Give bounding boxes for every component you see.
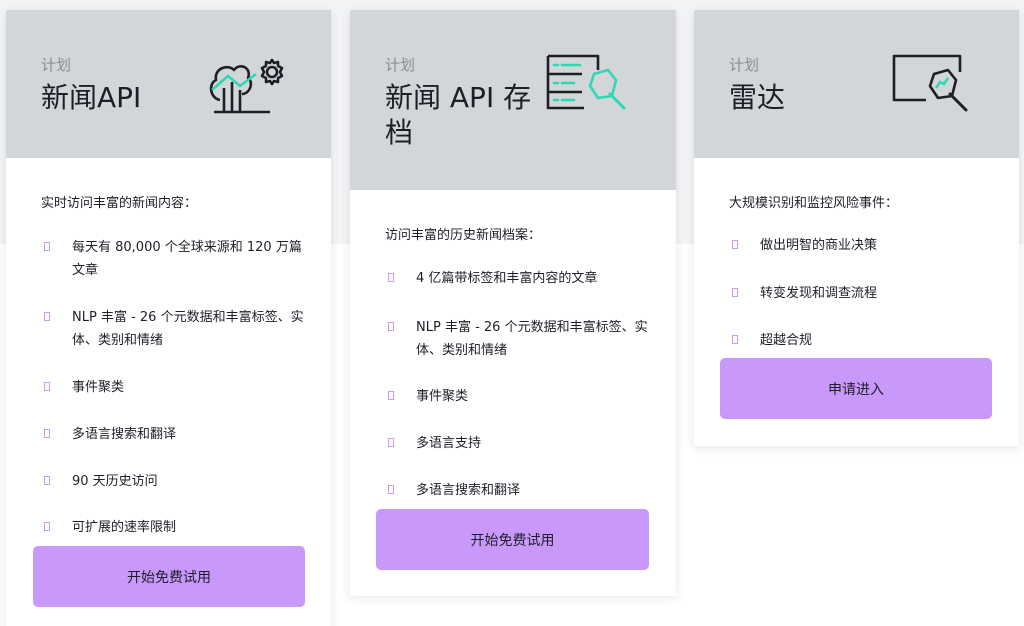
bullet-icon: [388, 322, 394, 331]
bullet-icon: [44, 476, 50, 485]
bullet-icon: [388, 391, 394, 400]
trees-gear-icon: [209, 58, 284, 114]
screen-magnifier-icon: [892, 54, 968, 112]
feature-item: 多语言支持: [388, 432, 648, 455]
feature-label: 90 天历史访问: [72, 474, 158, 489]
bullet-icon: [732, 288, 738, 297]
bullet-icon: [44, 522, 50, 531]
feature-label: 转变发现和调查流程: [760, 286, 878, 301]
feature-item: NLP 丰富 - 26 个元数据和丰富标签、实体、类别和情绪: [388, 316, 648, 362]
bullet-icon: [388, 438, 394, 447]
plan-card-news-api-archive: 计划 新闻 API 存档 访问丰富的历史新闻档案： 4 亿篇带标签和丰富内容的文…: [350, 10, 676, 596]
feature-label: 每天有 80,000 个全球来源和 120 万篇文章: [72, 240, 302, 278]
request-access-button[interactable]: 申请进入: [720, 358, 992, 419]
bullet-icon: [732, 240, 738, 249]
plan-card-news-api: 计划 新闻API 实时访问丰富的新闻内容： 每天有 80,000 个全球来源和 …: [6, 10, 331, 626]
card-header: 计划 新闻 API 存档: [350, 10, 676, 190]
plan-eyebrow: 计划: [385, 56, 416, 74]
feature-label: 多语言搜索和翻译: [72, 427, 177, 442]
plan-title: 雷达: [729, 81, 786, 114]
feature-label: 可扩展的速率限制: [72, 520, 177, 535]
card-header: 计划 新闻API: [6, 10, 331, 158]
feature-item: 转变发现和调查流程: [732, 282, 992, 305]
bullet-icon: [44, 242, 50, 251]
plan-card-radar: 计划 雷达 大规模识别和监控风险事件： 做出明智的商业决策 转变发现和调查流程 …: [694, 10, 1019, 446]
bullet-icon: [44, 382, 50, 391]
card-header: 计划 雷达: [694, 10, 1019, 158]
plan-eyebrow: 计划: [41, 56, 72, 74]
feature-item: 90 天历史访问: [44, 470, 304, 493]
bullet-icon: [732, 335, 738, 344]
feature-label: 事件聚类: [72, 380, 125, 395]
database-magnifier-icon: [546, 54, 626, 110]
feature-item: 4 亿篇带标签和丰富内容的文章: [388, 267, 648, 290]
feature-label: 多语言搜索和翻译: [416, 483, 521, 498]
plan-title: 新闻API: [41, 81, 142, 114]
feature-label: 多语言支持: [416, 436, 482, 451]
plan-intro: 实时访问丰富的新闻内容：: [41, 196, 198, 211]
feature-label: 超越合规: [760, 333, 813, 348]
feature-item: 超越合规: [732, 329, 992, 352]
feature-item: 做出明智的商业决策: [732, 234, 992, 257]
feature-label: NLP 丰富 - 26 个元数据和丰富标签、实体、类别和情绪: [72, 310, 304, 348]
plan-eyebrow: 计划: [729, 56, 760, 74]
start-free-trial-button[interactable]: 开始免费试用: [33, 546, 305, 607]
plan-title: 新闻 API 存档: [385, 81, 532, 149]
plan-intro: 访问丰富的历史新闻档案：: [385, 228, 542, 243]
plan-intro: 大规模识别和监控风险事件：: [729, 196, 899, 211]
feature-item: 可扩展的速率限制: [44, 516, 304, 539]
feature-item: 多语言搜索和翻译: [388, 479, 648, 502]
bullet-icon: [388, 273, 394, 282]
feature-label: 4 亿篇带标签和丰富内容的文章: [416, 271, 598, 286]
start-free-trial-button[interactable]: 开始免费试用: [376, 509, 649, 570]
feature-item: 事件聚类: [44, 376, 304, 399]
feature-item: 事件聚类: [388, 385, 648, 408]
feature-item: NLP 丰富 - 26 个元数据和丰富标签、实体、类别和情绪: [44, 306, 304, 352]
feature-item: 多语言搜索和翻译: [44, 423, 304, 446]
feature-label: 事件聚类: [416, 389, 469, 404]
feature-label: 做出明智的商业决策: [760, 238, 878, 253]
bullet-icon: [388, 485, 394, 494]
feature-label: NLP 丰富 - 26 个元数据和丰富标签、实体、类别和情绪: [416, 320, 648, 358]
bullet-icon: [44, 312, 50, 321]
feature-item: 每天有 80,000 个全球来源和 120 万篇文章: [44, 236, 304, 282]
bullet-icon: [44, 429, 50, 438]
